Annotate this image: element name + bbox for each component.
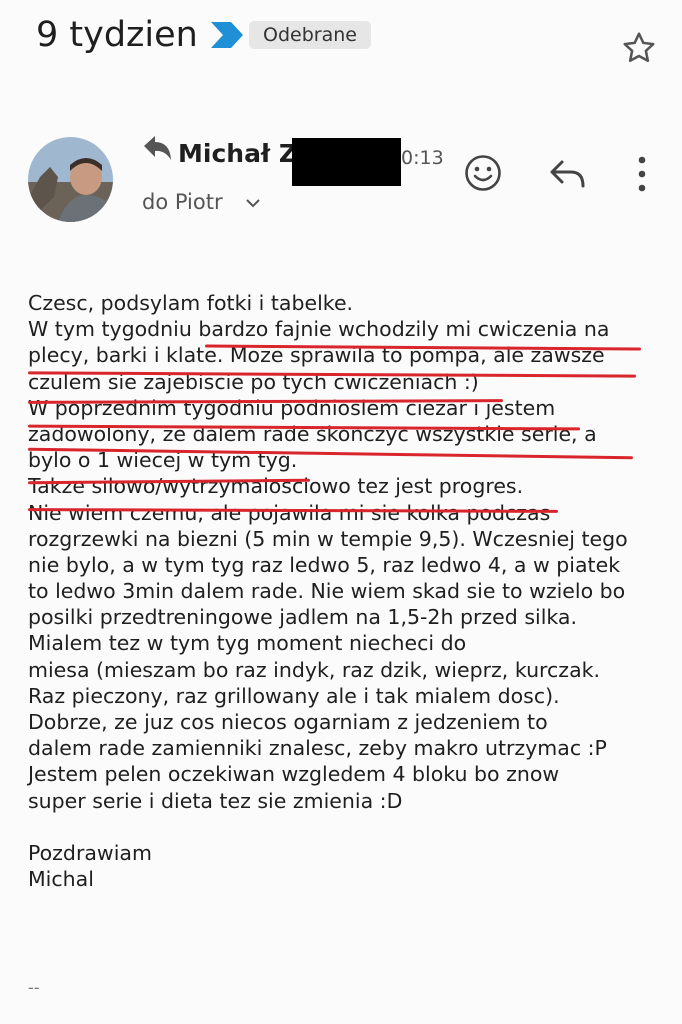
body-line: to ledwo 3min dalem rade. Nie wiem skad … [28,579,626,604]
label-chip-inbox[interactable]: Odebrane [249,21,371,49]
signature-separator: -- [28,978,40,997]
signoff-name: Michal [28,867,94,892]
message-body: Czesc, podsylam fotki i tabelke. W tym t… [28,290,668,892]
redaction-bar [292,138,401,186]
body-line: rozgrzewki na biezni (5 min w tempie 9,5… [28,526,628,551]
body-line: Czesc, podsylam fotki i tabelke. [28,291,354,315]
message-time: 0:13 [401,147,444,169]
chevron-down-icon[interactable] [244,194,262,212]
body-line: miesa (mieszam bo raz indyk, raz dzik, w… [28,657,601,682]
body-line: W poprzednim tygodniu podnioslem ciezar … [28,395,556,420]
email-subject: 9 tydzien [36,15,198,55]
body-line: dalem rade zamienniki znalesc, zeby makr… [28,736,607,761]
body-line: nie bylo, a w tym tyg raz ledwo 5, raz l… [28,552,621,577]
body-line: Takze silowo/wytrzymalosciowo tez jest p… [28,474,524,499]
body-blank-line [28,814,668,840]
label-arrow-icon [211,22,243,48]
body-line: super serie i dieta tez sie zmienia :D [28,788,403,813]
replied-indicator-icon [144,136,171,160]
avatar[interactable] [28,137,113,222]
avatar-photo [28,137,113,222]
body-line: W tym tygodniu bardzo fajnie wchodzily m… [28,317,610,342]
signoff-line: Pozdrawiam [28,840,152,865]
reply-icon[interactable] [549,157,587,191]
body-line: Dobrze, ze juz cos niecos ogarniam z jed… [28,710,548,734]
body-line: Jestem pelen oczekiwan wzgledem 4 bloku … [28,762,560,787]
more-icon[interactable] [632,155,652,193]
recipients[interactable]: do Piotr [142,188,223,216]
sender-name[interactable]: Michał Z [178,138,297,170]
star-icon[interactable] [621,30,657,66]
body-line: Nie wiem czemu, ale pojawila mi sie kolk… [28,500,551,525]
emoji-icon[interactable] [463,153,503,193]
body-line: posilki przedtreningowe jadlem na 1,5-2h… [28,605,577,630]
body-line: Mialem tez w tym tyg moment niecheci do [28,631,467,656]
body-line: Raz pieczony, raz grillowany ale i tak m… [28,683,560,708]
